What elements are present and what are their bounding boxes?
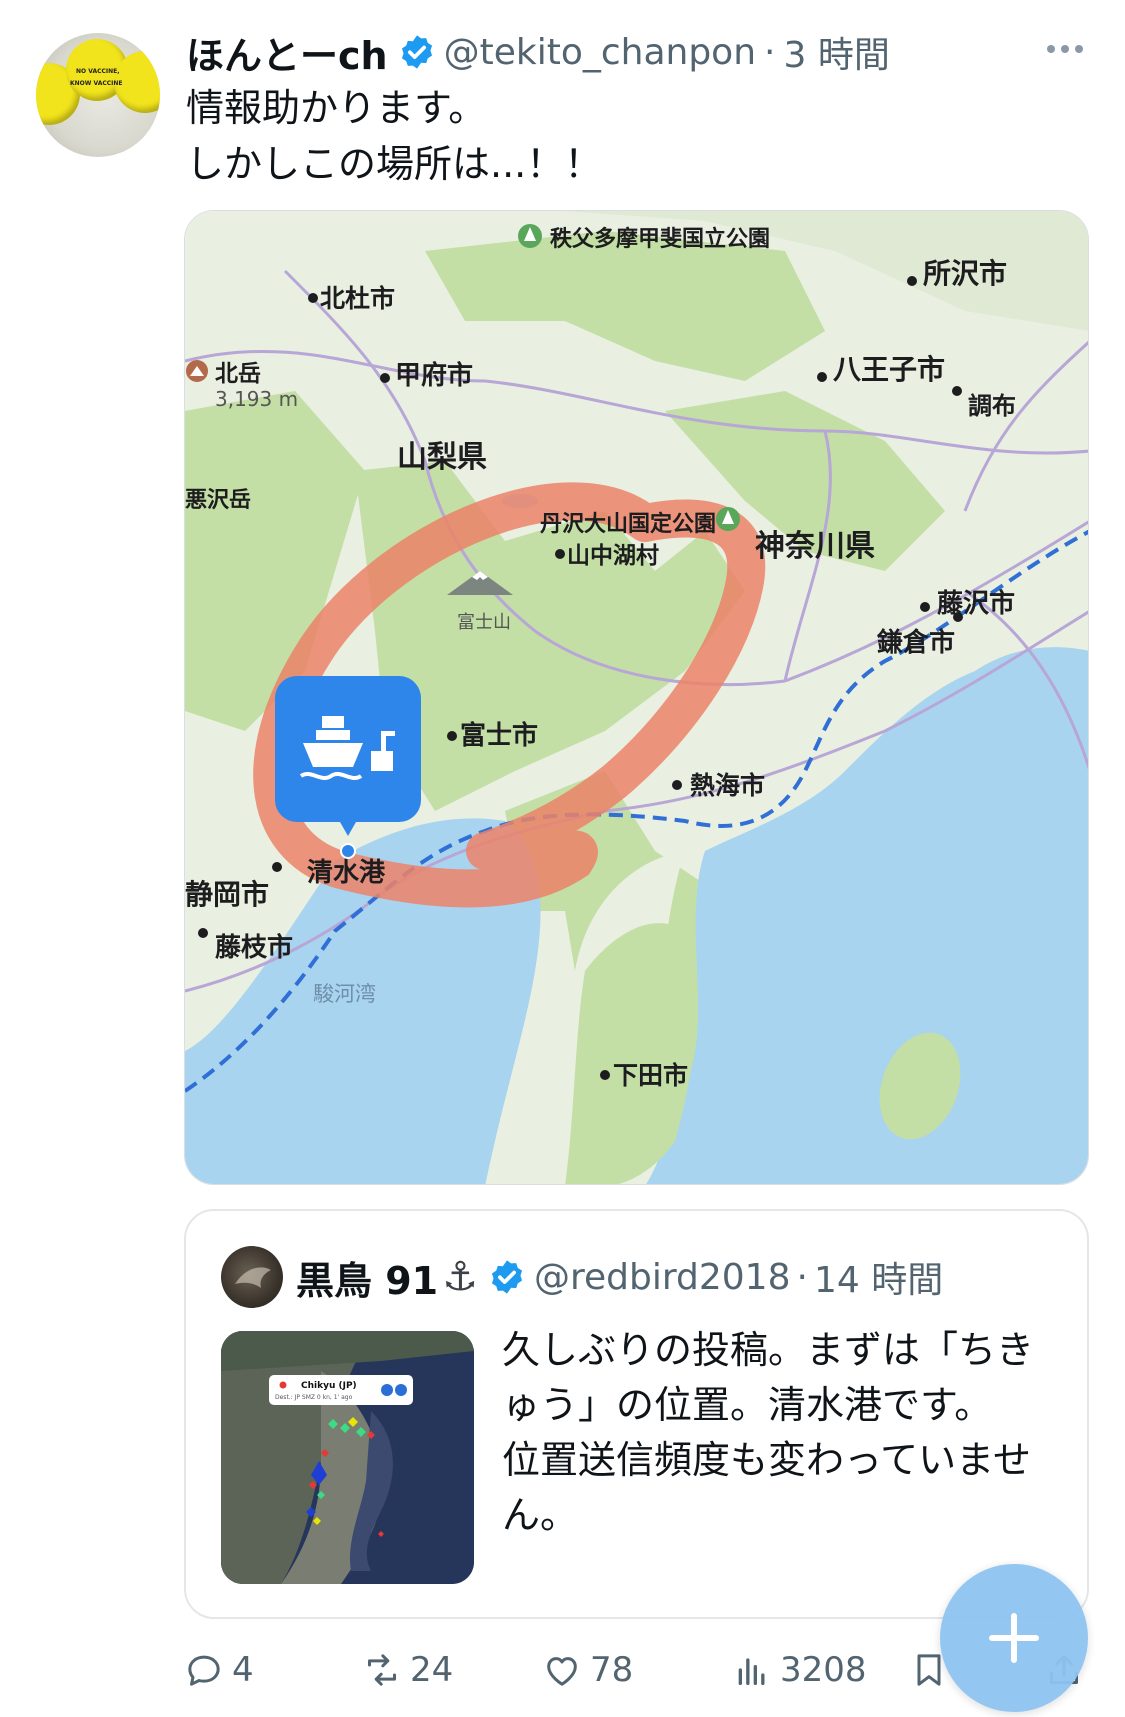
map-label-city: 調布 [968, 392, 1016, 420]
quoted-author-handle: @redbird2018 [533, 1256, 791, 1298]
verified-badge-icon [491, 1260, 523, 1294]
map-label-city: 下田市 [613, 1061, 688, 1090]
repost-icon [368, 1654, 396, 1686]
map-label-bay: 駿河湾 [313, 982, 376, 1006]
tweet-text: 情報助かります。 しかしこの場所は...！！ [186, 80, 602, 192]
map-label-city: 藤枝市 [215, 932, 293, 963]
quoted-tweet-text: 久しぶりの投稿。まずは「ちき ゅう」の位置。清水港です。 位置送信頻度も変わって… [502, 1323, 1062, 1543]
map-label-park: 秩父多摩甲斐国立公園 [550, 226, 770, 252]
quoted-tweet-time: 14 時間 [813, 1260, 944, 1301]
separator-dot: · [796, 1256, 808, 1298]
map-label-elevation: 3,193 m [215, 387, 298, 411]
views-icon [738, 1658, 765, 1685]
author-handle[interactable]: @tekito_chanpon [444, 32, 756, 73]
compose-button[interactable] [940, 1564, 1088, 1712]
map-label-city: 甲府市 [395, 360, 473, 391]
quoted-author-avatar[interactable] [221, 1246, 283, 1308]
vessel-name: Chikyu (JP) [301, 1381, 357, 1391]
map-label-city: 鎌倉市 [877, 627, 955, 658]
more-options-icon[interactable] [1043, 34, 1087, 64]
map-image[interactable]: 秩父多摩甲斐国立公園 北杜市 所沢市 北岳 3,193 m 甲府市 八王子市 調… [184, 210, 1089, 1185]
views-button[interactable]: 3208 [732, 1640, 867, 1700]
verified-badge-icon [401, 35, 432, 69]
quoted-text-line: 位置送信頻度も変わっていませ [502, 1438, 1031, 1482]
map-label-port: 清水港 [307, 858, 386, 888]
map-label-city: 静岡市 [185, 878, 269, 911]
map-label-city: 熱海市 [690, 771, 765, 800]
reply-button[interactable]: 4 [184, 1640, 254, 1700]
map-label-park: 丹沢大山国定公園 [540, 511, 716, 537]
tweet-text-line: 情報助かります。 [186, 86, 487, 130]
separator-dot: · [764, 31, 776, 73]
map-label-city: 富士市 [460, 720, 538, 751]
anchor-icon: ⚓ [442, 1254, 478, 1300]
reply-icon [188, 1655, 220, 1686]
quoted-text-line: ん。 [502, 1493, 579, 1537]
views-count: 3208 [780, 1650, 867, 1690]
map-label-peak: 悪沢岳 [185, 488, 251, 513]
quoted-text-line: ゅう」の位置。清水港です。 [502, 1383, 993, 1427]
map-label-peak: 北岳 [215, 361, 261, 387]
map-label-mountain: 富士山 [457, 612, 511, 633]
avatar-text: KNOW VACCINE [70, 80, 123, 87]
quoted-text-line: 久しぶりの投稿。まずは「ちき [502, 1328, 1035, 1372]
map-label-prefecture: 神奈川県 [755, 529, 875, 564]
map-label-city: 所沢市 [923, 257, 1007, 290]
quoted-tweet[interactable]: 黒鳥 91 ⚓ @redbird2018 · 14 時間 Chikyu (JP)… [184, 1209, 1089, 1619]
author-avatar[interactable]: NO VACCINE, KNOW VACCINE [36, 33, 160, 157]
heart-icon [547, 1657, 577, 1686]
quoted-tweet-image[interactable]: Chikyu (JP) Dest.: JP SMZ 0 kn, 1' ago [221, 1331, 474, 1584]
like-count: 78 [590, 1650, 634, 1690]
tweet-header: ほんとーch @tekito_chanpon · 3 時間 [186, 24, 890, 80]
map-label-city: 八王子市 [833, 353, 945, 386]
tweet-text-line: しかしこの場所は...！！ [186, 142, 603, 186]
like-button[interactable]: 78 [542, 1640, 633, 1700]
map-label-city: 北杜市 [320, 284, 395, 313]
plus-icon [989, 1613, 1039, 1663]
repost-count: 24 [410, 1650, 454, 1690]
tweet-time[interactable]: 3 時間 [783, 26, 889, 78]
map-label-prefecture: 山梨県 [397, 440, 487, 475]
repost-button[interactable]: 24 [362, 1640, 453, 1700]
quoted-tweet-header: 黒鳥 91 ⚓ @redbird2018 · 14 時間 [296, 1247, 943, 1307]
quoted-author-name: 黒鳥 91 [296, 1258, 439, 1303]
avatar-text: NO VACCINE, [76, 68, 120, 75]
reply-count: 4 [232, 1650, 254, 1690]
map-label-city: 藤沢市 [937, 588, 1015, 619]
map-label-city: 山中湖村 [567, 543, 659, 569]
vessel-dest: Dest.: JP SMZ 0 kn, 1' ago [275, 1394, 353, 1401]
author-name[interactable]: ほんとーch [186, 25, 388, 80]
